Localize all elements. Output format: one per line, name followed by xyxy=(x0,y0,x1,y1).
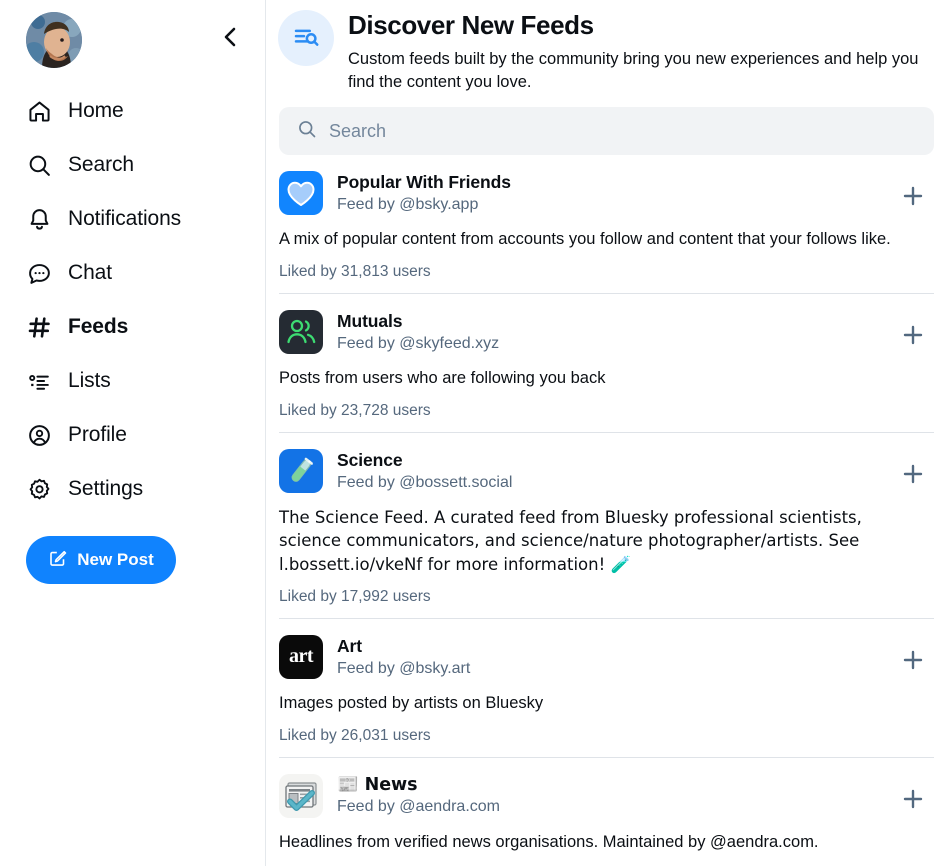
feed-item-header: 📰 News Feed by @aendra.com xyxy=(279,773,934,818)
sidebar-item-notifications[interactable]: Notifications xyxy=(0,192,265,246)
plus-icon[interactable] xyxy=(896,179,930,213)
new-post-label: New Post xyxy=(77,550,154,569)
sidebar-item-search[interactable]: Search xyxy=(0,138,265,192)
search-box[interactable] xyxy=(279,107,934,156)
search-icon xyxy=(297,119,317,144)
feed-item-name: Mutuals xyxy=(337,311,403,332)
sidebar-item-label: Chat xyxy=(68,261,112,284)
plus-icon[interactable] xyxy=(896,782,930,816)
home-icon xyxy=(26,98,52,124)
feed-item-name: Popular With Friends xyxy=(337,172,511,193)
collapse-sidebar-button[interactable] xyxy=(213,20,247,54)
feed-item-meta: Science Feed by @bossett.social xyxy=(337,449,512,492)
sidebar-item-home[interactable]: Home xyxy=(0,84,265,138)
feed-item-likes: Liked by 23,728 users xyxy=(279,402,431,420)
sidebar-item-label: Home xyxy=(68,99,124,122)
chat-bubble-icon xyxy=(26,260,52,286)
feed-item-likes: Liked by 31,813 users xyxy=(279,263,431,281)
feed-item-description: The Science Feed. A curated feed from Bl… xyxy=(279,508,862,574)
sidebar-item-label: Profile xyxy=(68,423,127,446)
bell-icon xyxy=(26,206,52,232)
art-avatar-label: art xyxy=(288,645,314,668)
main-content: Discover New Feeds Custom feeds built by… xyxy=(266,0,952,866)
feed-item[interactable]: Mutuals Feed by @skyfeed.xyz Posts from … xyxy=(279,293,934,432)
feed-item-meta: Art Feed by @bsky.art xyxy=(337,635,470,678)
sidebar-item-chat[interactable]: Chat xyxy=(0,246,265,300)
art-text-avatar: art xyxy=(279,634,323,679)
discover-header: Discover New Feeds Custom feeds built by… xyxy=(266,0,952,93)
feed-item-author: Feed by @bossett.social xyxy=(337,474,513,492)
feed-item-likes: Liked by 17,992 users xyxy=(279,587,431,605)
plus-icon[interactable] xyxy=(896,643,930,677)
plus-icon[interactable] xyxy=(896,318,930,352)
search-icon xyxy=(26,152,52,178)
sidebar-item-feeds[interactable]: Feeds xyxy=(0,300,265,354)
feed-item-author: Feed by @bsky.art xyxy=(337,659,471,677)
page-title: Discover New Feeds xyxy=(348,10,594,40)
feed-item-author: Feed by @skyfeed.xyz xyxy=(337,335,500,353)
user-circle-icon xyxy=(26,422,52,448)
new-post-button[interactable]: New Post xyxy=(26,536,176,584)
heart-avatar xyxy=(279,171,323,216)
hashtag-icon xyxy=(26,314,52,340)
page-subtitle: Custom feeds built by the community brin… xyxy=(348,50,919,91)
sidebar: Home Search Notifications Chat Feeds Lis… xyxy=(0,0,266,866)
feed-list: Popular With Friends Feed by @bsky.app A… xyxy=(266,155,952,866)
bluesky-app: Home Search Notifications Chat Feeds Lis… xyxy=(0,0,952,866)
feed-item-header: art Art Feed by @bsky.art xyxy=(279,634,934,679)
feed-item-name: Art xyxy=(337,635,362,656)
list-icon xyxy=(26,368,52,394)
feed-item[interactable]: 📰 News Feed by @aendra.com Headlines fro… xyxy=(279,756,934,866)
sidebar-item-label: Lists xyxy=(68,369,111,392)
sidebar-item-settings[interactable]: Settings xyxy=(0,462,265,516)
user-avatar[interactable] xyxy=(26,12,82,68)
sidebar-item-label: Feeds xyxy=(68,315,129,338)
feed-item[interactable]: Science Feed by @bossett.social The Scie… xyxy=(279,432,934,617)
sidebar-item-profile[interactable]: Profile xyxy=(0,408,265,462)
sidebar-item-label: Search xyxy=(68,153,134,176)
feed-item-author: Feed by @bsky.app xyxy=(337,196,479,214)
feed-item-meta: Popular With Friends Feed by @bsky.app xyxy=(337,171,511,214)
feed-item-meta: 📰 News Feed by @aendra.com xyxy=(337,774,500,816)
sidebar-nav: Home Search Notifications Chat Feeds Lis… xyxy=(0,84,265,516)
two-people-avatar xyxy=(279,310,323,355)
feed-item-header: Popular With Friends Feed by @bsky.app xyxy=(279,171,934,216)
feed-item-name: Science xyxy=(337,450,403,471)
compose-icon xyxy=(48,548,68,573)
feed-item-description: Headlines from verified news organisatio… xyxy=(279,832,819,851)
plus-icon[interactable] xyxy=(896,457,930,491)
search-container xyxy=(266,93,952,156)
sidebar-header xyxy=(0,10,265,68)
feed-item-author: Feed by @aendra.com xyxy=(337,797,500,815)
feed-item-name: 📰 News xyxy=(337,774,418,795)
sidebar-item-lists[interactable]: Lists xyxy=(0,354,265,408)
discover-header-text: Discover New Feeds Custom feeds built by… xyxy=(348,8,920,93)
feed-item-header: Science Feed by @bossett.social xyxy=(279,449,934,494)
feed-item-meta: Mutuals Feed by @skyfeed.xyz xyxy=(337,310,499,353)
gear-icon xyxy=(26,476,52,502)
chevron-left-icon xyxy=(224,27,236,47)
sidebar-item-label: Settings xyxy=(68,477,144,500)
feed-search-icon xyxy=(278,10,334,66)
feed-item-description: Posts from users who are following you b… xyxy=(279,369,606,388)
newspaper-check-avatar xyxy=(279,773,323,818)
feed-item-likes: Liked by 26,031 users xyxy=(279,726,431,744)
feed-item-description: Images posted by artists on Bluesky xyxy=(279,693,544,712)
search-input[interactable] xyxy=(329,120,916,142)
feed-item[interactable]: Popular With Friends Feed by @bsky.app A… xyxy=(279,155,934,293)
sidebar-item-label: Notifications xyxy=(68,207,182,230)
feed-item-header: Mutuals Feed by @skyfeed.xyz xyxy=(279,310,934,355)
feed-item[interactable]: art Art Feed by @bsky.art Images posted … xyxy=(279,617,934,757)
feed-item-description: A mix of popular content from accounts y… xyxy=(279,230,891,249)
test-tube-avatar xyxy=(279,449,323,494)
